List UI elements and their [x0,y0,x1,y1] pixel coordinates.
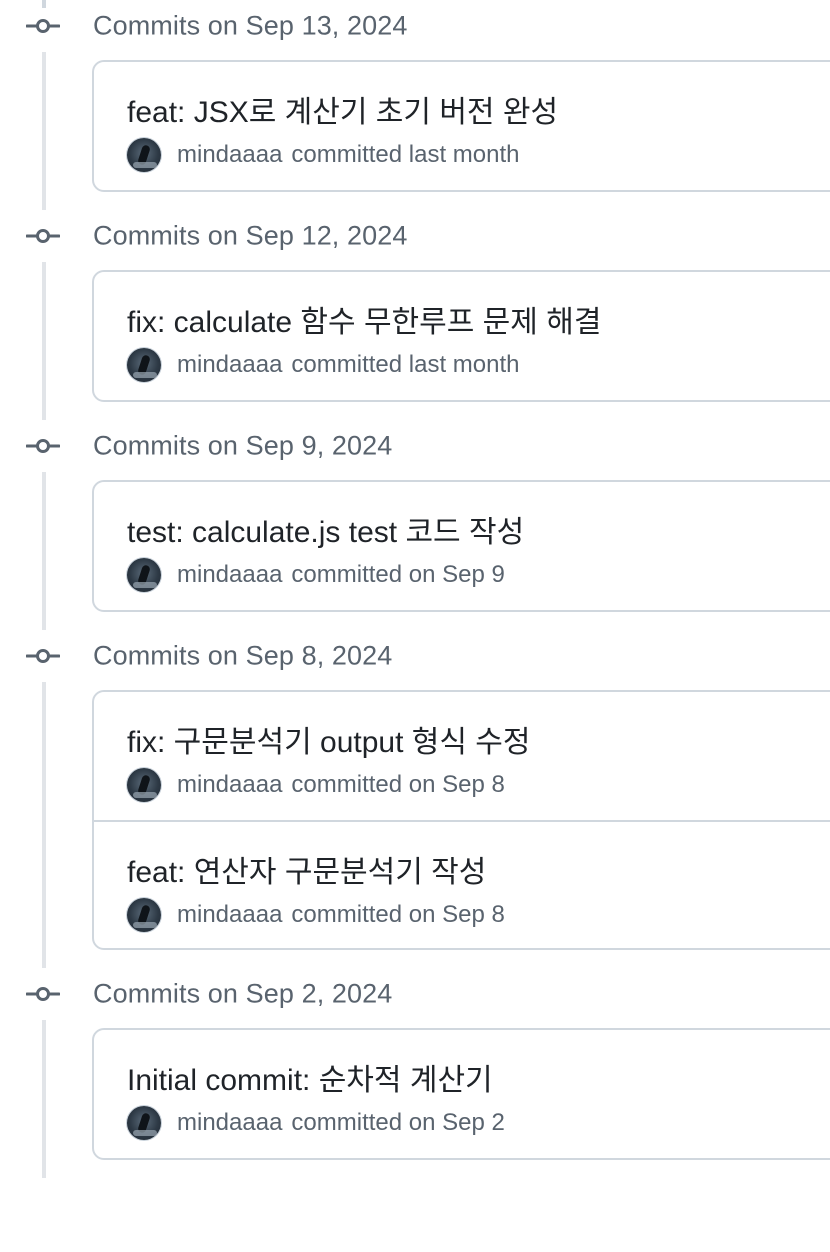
commit-item[interactable]: Initial commit: 순차적 계산기 mindaaaa committed… [94,1030,830,1158]
commit-group-body: fix: calculate 함수 무한루프 문제 해결 mindaaaa comm… [0,262,830,420]
commit-groups: Commits on Sep 13, 2024 feat: JSX로 계산기 초기… [0,0,830,1178]
commit-time: committed on Sep 2 [291,1109,505,1136]
timeline-line [42,682,46,968]
commit-time: committed on Sep 8 [291,771,505,798]
commit-group: Commits on Sep 9, 2024 test: calculate.js… [0,420,830,630]
user-avatar[interactable] [127,348,161,382]
git-commit-icon [26,986,60,1002]
commit-group: Commits on Sep 12, 2024 fix: calculate 함수… [0,210,830,420]
commit-timeline: Commits on Sep 13, 2024 feat: JSX로 계산기 초기… [0,0,830,1252]
commit-item[interactable]: test: calculate.js test 코드 작성 mindaaaa com… [94,482,830,610]
commit-group-date: Commits on Sep 12, 2024 [93,220,408,251]
commit-meta: mindaaaa committed on Sep 8 [127,898,505,932]
commit-group-header: Commits on Sep 13, 2024 [0,0,830,52]
commit-list: feat: JSX로 계산기 초기 버전 완성 mindaaaa committed… [92,60,830,192]
commit-meta: mindaaaa committed on Sep 9 [127,558,505,592]
timeline-line [42,1020,46,1178]
commit-list: test: calculate.js test 코드 작성 mindaaaa com… [92,480,830,612]
commit-group-header: Commits on Sep 12, 2024 [0,210,830,262]
commit-group-body: Initial commit: 순차적 계산기 mindaaaa committed… [0,1020,830,1178]
user-avatar[interactable] [127,768,161,802]
commit-group-body: feat: JSX로 계산기 초기 버전 완성 mindaaaa committed… [0,52,830,210]
commit-author-link[interactable]: mindaaaa [177,1109,282,1137]
git-commit-icon [26,648,60,664]
commit-title-link[interactable]: fix: calculate 함수 무한루프 문제 해결 [127,297,601,341]
user-avatar[interactable] [127,898,161,932]
commit-author-link[interactable]: mindaaaa [177,351,282,379]
commit-item[interactable]: fix: calculate 함수 무한루프 문제 해결 mindaaaa comm… [94,272,830,400]
git-commit-icon [26,18,60,34]
commit-group-body: fix: 구문분석기 output 형식 수정 mindaaaa committed… [0,682,830,968]
timeline-line [42,472,46,630]
commit-meta: mindaaaa committed last month [127,348,520,382]
commit-title-link[interactable]: feat: JSX로 계산기 초기 버전 완성 [127,87,558,131]
commit-author-link[interactable]: mindaaaa [177,561,282,589]
commit-meta: mindaaaa committed on Sep 8 [127,768,505,802]
commit-author-link[interactable]: mindaaaa [177,771,282,799]
commit-group-header: Commits on Sep 9, 2024 [0,420,830,472]
user-avatar[interactable] [127,558,161,592]
commit-title-link[interactable]: test: calculate.js test 코드 작성 [127,507,524,551]
commit-title-link[interactable]: Initial commit: 순차적 계산기 [127,1055,493,1099]
commit-list: fix: calculate 함수 무한루프 문제 해결 mindaaaa comm… [92,270,830,402]
commit-item[interactable]: feat: 연산자 구문분석기 작성 mindaaaa committed on S… [94,820,830,948]
commit-group-body: test: calculate.js test 코드 작성 mindaaaa com… [0,472,830,630]
commit-title-link[interactable]: feat: 연산자 구문분석기 작성 [127,847,486,891]
commit-group-date: Commits on Sep 9, 2024 [93,430,393,461]
timeline-line [42,52,46,210]
commit-group-date: Commits on Sep 13, 2024 [93,10,408,41]
commit-group: Commits on Sep 8, 2024 fix: 구문분석기 output … [0,630,830,968]
user-avatar[interactable] [127,138,161,172]
commit-item[interactable]: fix: 구문분석기 output 형식 수정 mindaaaa committed… [94,692,830,820]
git-commit-icon [26,438,60,454]
commit-group-header: Commits on Sep 8, 2024 [0,630,830,682]
commit-time: committed last month [291,351,520,378]
git-commit-icon [26,228,60,244]
commit-meta: mindaaaa committed on Sep 2 [127,1106,505,1140]
commit-group-header: Commits on Sep 2, 2024 [0,968,830,1020]
commit-group-date: Commits on Sep 2, 2024 [93,978,393,1009]
commit-meta: mindaaaa committed last month [127,138,520,172]
commit-time: committed last month [291,141,520,168]
commit-time: committed on Sep 9 [291,561,505,588]
commit-time: committed on Sep 8 [291,901,505,928]
commit-list: fix: 구문분석기 output 형식 수정 mindaaaa committed… [92,690,830,950]
user-avatar[interactable] [127,1106,161,1140]
timeline-line [42,262,46,420]
commit-group: Commits on Sep 2, 2024 Initial commit: 순차… [0,968,830,1178]
commit-group: Commits on Sep 13, 2024 feat: JSX로 계산기 초기… [0,0,830,210]
commit-author-link[interactable]: mindaaaa [177,141,282,169]
commit-title-link[interactable]: fix: 구문분석기 output 형식 수정 [127,717,530,761]
commit-group-date: Commits on Sep 8, 2024 [93,640,393,671]
commit-list: Initial commit: 순차적 계산기 mindaaaa committed… [92,1028,830,1160]
commit-item[interactable]: feat: JSX로 계산기 초기 버전 완성 mindaaaa committed… [94,62,830,190]
commit-author-link[interactable]: mindaaaa [177,901,282,929]
